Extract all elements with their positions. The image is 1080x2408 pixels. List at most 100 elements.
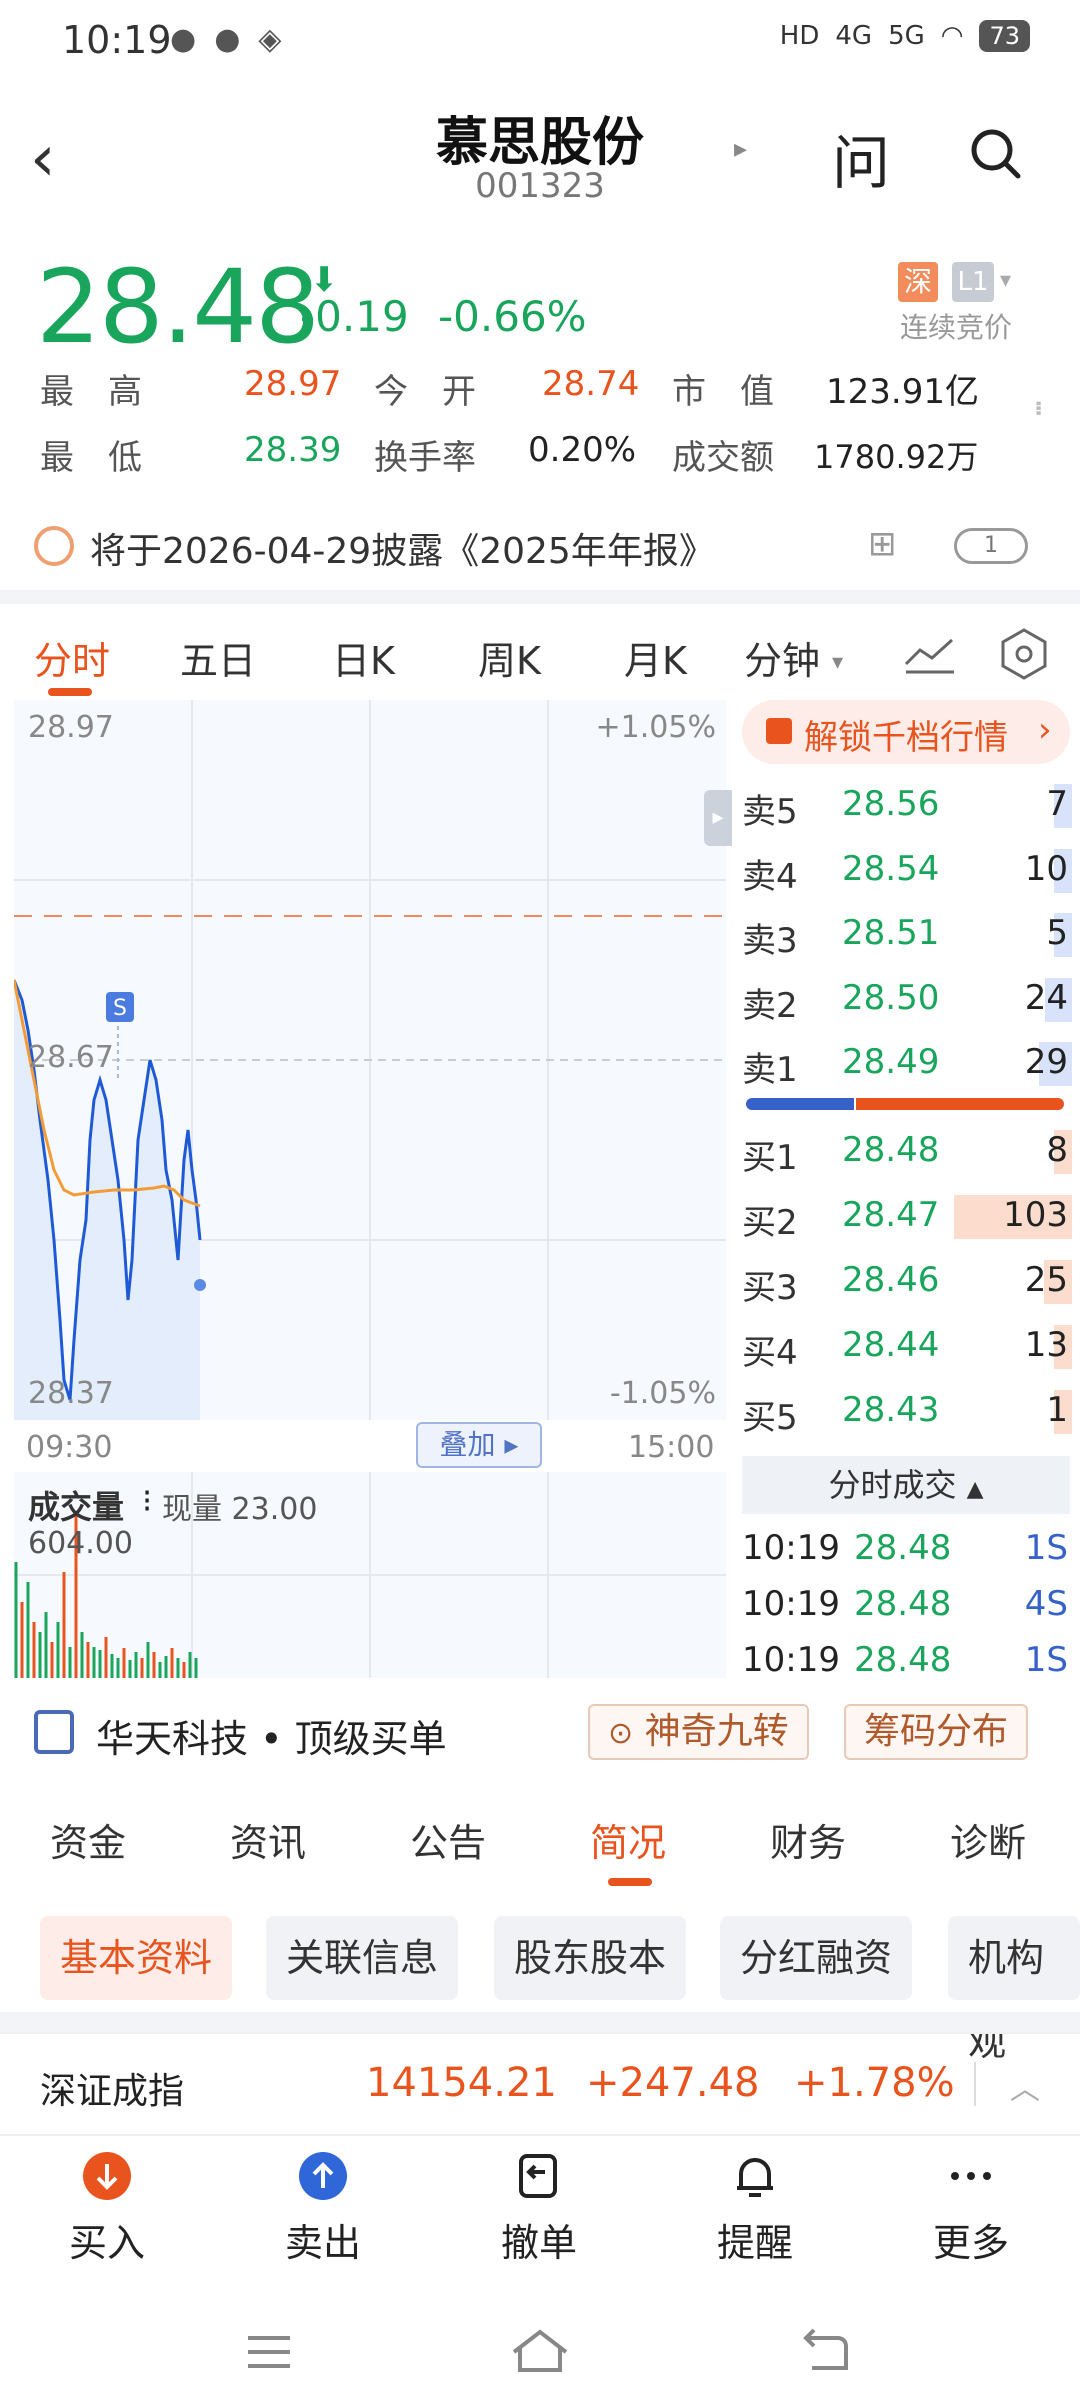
settings-icon[interactable] <box>996 626 1052 682</box>
menu-icon[interactable] <box>244 2332 294 2372</box>
minute-caret-icon[interactable]: ▾ <box>832 650 843 675</box>
sell-button[interactable]: 卖出 <box>248 2150 398 2267</box>
bid-level-volume: 1 <box>1046 1390 1068 1430</box>
tab-active-indicator <box>48 688 92 696</box>
bid-level-volume: 25 <box>1024 1260 1068 1300</box>
open-label: 今 开 <box>374 372 476 412</box>
chevron-up-icon[interactable]: ︿ <box>1010 2064 1040 2108</box>
check-circle-icon: ⊙ <box>608 1716 634 1751</box>
mcap-value: 123.91亿 <box>826 372 979 412</box>
tab-profile[interactable]: 简况 <box>590 1812 666 1867</box>
wifi-icon: ◠ <box>940 21 964 51</box>
chip-distribution-button[interactable]: 筹码分布 <box>844 1704 1029 1760</box>
more-label: 更多 <box>932 2221 1009 2265</box>
ask-level-price: 28.51 <box>842 913 940 953</box>
more-button[interactable]: 更多 <box>896 2150 1046 2267</box>
tick-row: 10:19 28.48 1S <box>742 1522 1072 1576</box>
tab-monthly-k[interactable]: 月K <box>624 630 687 685</box>
price-change-pct: -0.66% <box>438 292 587 341</box>
indicator-icon[interactable] <box>902 630 958 678</box>
tick-vol: 1S <box>1024 1528 1068 1568</box>
ask-level-row[interactable]: 卖2 28.50 24 <box>742 970 1072 1030</box>
dot-separator: • <box>260 1717 283 1761</box>
cancel-order-button[interactable]: 撤单 <box>464 2150 614 2267</box>
tick-price: 28.48 <box>854 1640 952 1680</box>
add-alert-icon[interactable]: ⊞ <box>868 524 897 564</box>
ask-level-row[interactable]: 卖5 28.56 7 <box>742 776 1072 836</box>
index-ticker[interactable]: 深证成指 14154.21 +247.48 +1.78% ︿ <box>0 2032 1080 2132</box>
home-icon[interactable] <box>508 2326 572 2376</box>
hd-icon: HD <box>779 21 820 51</box>
bid-level-row[interactable]: 买4 28.44 13 <box>742 1317 1072 1377</box>
open-value: 28.74 <box>542 364 640 404</box>
bid-level-price: 28.48 <box>842 1130 940 1170</box>
tab-capital[interactable]: 资金 <box>50 1812 126 1867</box>
tab-minute[interactable]: 分钟 <box>744 630 820 685</box>
ask-level-volume: 24 <box>1024 977 1068 1018</box>
tab-five-day[interactable]: 五日 <box>180 630 256 685</box>
bid-level-row[interactable]: 买3 28.46 25 <box>742 1252 1072 1312</box>
volume-menu-icon[interactable]: ⁝ <box>142 1482 152 1520</box>
alert-button[interactable]: 提醒 <box>680 2150 830 2267</box>
ask-level-row[interactable]: 卖3 28.51 5 <box>742 905 1072 965</box>
more-stats-icon[interactable]: ··· <box>1018 398 1058 412</box>
broker-text: 华天科技 <box>96 1717 249 1761</box>
cancel-order-icon <box>519 2154 557 2198</box>
intraday-chart[interactable]: S 28.97 +1.05% 28.67 28.37 -1.05% ▸ <box>14 700 732 1420</box>
low-value: 28.39 <box>244 430 342 470</box>
expand-panel-icon[interactable]: ▸ <box>704 790 732 846</box>
chart-high-pct: +1.05% <box>595 710 716 745</box>
pill-dividends[interactable]: 分红融资 <box>720 1916 913 2000</box>
ask-level-row[interactable]: 卖4 28.54 10 <box>742 841 1072 901</box>
bid-level-row[interactable]: 买1 28.48 8 <box>742 1122 1072 1182</box>
more-dots-icon <box>951 2172 991 2180</box>
tab-weekly-k[interactable]: 周K <box>478 630 541 685</box>
tab-news[interactable]: 资讯 <box>230 1812 306 1867</box>
broker-name[interactable]: 华天科技 • 顶级买单 <box>96 1708 447 1763</box>
tab-daily-k[interactable]: 日K <box>332 630 395 685</box>
tab-diagnosis[interactable]: 诊断 <box>950 1812 1026 1867</box>
bid-level-row[interactable]: 买5 28.43 1 <box>742 1382 1072 1442</box>
status-bar: 10:19 ● ● ◈ HD 4G 5G ◠ 73 <box>0 0 1080 86</box>
level-tag[interactable]: L1 <box>952 262 994 302</box>
unlock-depth-button[interactable]: 解锁千档行情 › <box>742 700 1070 764</box>
tab-finance[interactable]: 财务 <box>770 1812 846 1867</box>
system-nav-bar <box>0 2290 1080 2408</box>
volume-chart[interactable]: 成交量 ⁝ 现量 23.00 604.00 <box>14 1472 726 1678</box>
bid-level-label: 买3 <box>742 1268 798 1308</box>
pill-basic-info[interactable]: 基本资料 <box>40 1916 233 2000</box>
high-value: 28.97 <box>244 364 342 404</box>
disclosure-count[interactable]: 1 <box>954 528 1028 564</box>
current-volume: 现量 23.00 <box>162 1492 318 1527</box>
ask-level-label: 卖3 <box>742 921 798 961</box>
next-stock-icon[interactable]: ▸ <box>734 134 747 164</box>
ticks-header[interactable]: 分时成交 ▲ <box>742 1456 1070 1514</box>
search-icon[interactable] <box>968 126 1024 182</box>
pill-institutions[interactable]: 机构观 <box>948 1916 1080 2064</box>
pill-shareholders[interactable]: 股东股本 <box>494 1916 687 2000</box>
buy-button[interactable]: 买入 <box>32 2150 182 2267</box>
bid-level-row[interactable]: 买2 28.47 103 <box>742 1187 1072 1247</box>
status-time: 10:19 <box>62 18 172 62</box>
tab-intraday[interactable]: 分时 <box>34 630 110 685</box>
ask-level-volume: 10 <box>1024 848 1068 889</box>
unlock-label: 解锁千档行情 <box>804 718 1008 758</box>
back-nav-icon[interactable] <box>798 2328 850 2374</box>
lock-icon <box>766 718 792 744</box>
overlay-button[interactable]: 叠加 ▸ <box>416 1422 542 1468</box>
pill-related-info[interactable]: 关联信息 <box>266 1916 459 2000</box>
level-caret-icon[interactable]: ▾ <box>1000 268 1011 293</box>
wechat-icon: ● <box>170 22 197 57</box>
magic-nine-button[interactable]: ⊙ 神奇九转 <box>588 1704 809 1760</box>
time-start: 09:30 <box>26 1430 113 1465</box>
ask-level-row[interactable]: 卖1 28.49 29 <box>742 1034 1072 1094</box>
intraday-chart-svg: S <box>14 700 726 1420</box>
buy-arrow-icon <box>83 2152 131 2200</box>
ask-button[interactable]: 问 <box>832 116 890 200</box>
tab-notices[interactable]: 公告 <box>410 1812 486 1867</box>
signal-5g-icon: 5G <box>888 21 925 51</box>
bid-level-volume: 103 <box>1003 1195 1068 1235</box>
ask-level-volume: 7 <box>1046 784 1068 824</box>
sell-label: 卖出 <box>284 2221 361 2265</box>
disclosure-banner[interactable]: 将于2026-04-29披露《2025年年报》 ⊞ 1 <box>0 506 1080 586</box>
